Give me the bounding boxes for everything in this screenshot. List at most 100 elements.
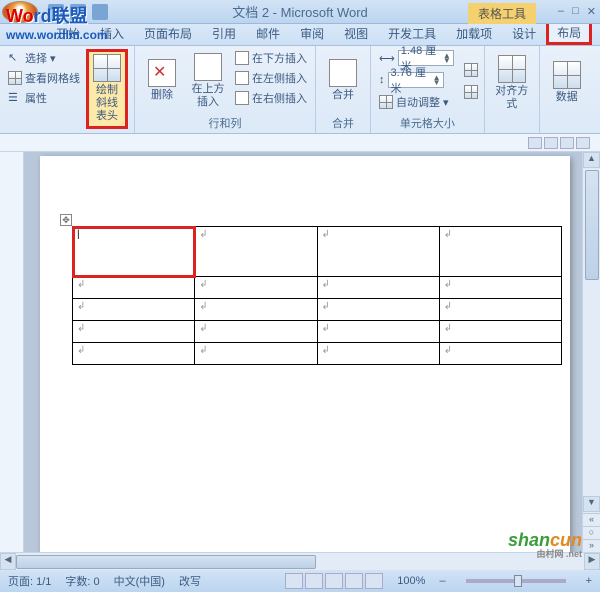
scrollbar-vertical[interactable]: ▲ ▼ « ○ »	[582, 152, 600, 552]
autofit-icon	[379, 95, 393, 109]
properties-button[interactable]: ☰属性	[6, 89, 82, 107]
view-print-layout-icon[interactable]	[285, 573, 303, 589]
tab-addins[interactable]: 加载项	[446, 22, 502, 45]
tab-view[interactable]: 视图	[334, 22, 378, 45]
status-language[interactable]: 中文(中国)	[114, 573, 165, 589]
table-row[interactable]: ↲↲↲↲	[73, 321, 562, 343]
scroll-right-icon[interactable]: ▶	[584, 553, 600, 570]
table-cell[interactable]: ↲	[439, 299, 561, 321]
zoom-in-button[interactable]: +	[586, 575, 592, 587]
table-cell[interactable]: ↲	[73, 321, 195, 343]
view-web-icon[interactable]	[325, 573, 343, 589]
distribute-cols-icon[interactable]	[464, 85, 478, 99]
ruler-horizontal[interactable]	[0, 134, 600, 152]
data-button[interactable]: 数据	[546, 49, 588, 117]
view-outline-icon[interactable]	[345, 573, 363, 589]
table-row[interactable]: ↲↲↲↲	[73, 299, 562, 321]
width-icon: ↕	[379, 74, 385, 86]
next-page-icon[interactable]: »	[583, 539, 600, 552]
table-cell-selected[interactable]	[73, 227, 195, 277]
status-words[interactable]: 字数: 0	[65, 573, 99, 589]
status-mode[interactable]: 改写	[179, 573, 201, 589]
document-table[interactable]: ↲ ↲ ↲ ↲↲↲↲ ↲↲↲↲ ↲↲↲↲ ↲↲↲↲	[72, 226, 562, 365]
table-cell[interactable]: ↲	[317, 227, 439, 277]
group-cellsize-label: 单元格大小	[377, 113, 478, 131]
status-page[interactable]: 页面: 1/1	[8, 573, 51, 589]
document-scroll-area[interactable]: ✥ ↲ ↲ ↲ ↲↲↲↲ ↲↲↲↲ ↲↲↲↲ ↲↲↲↲	[24, 152, 582, 552]
view-draft-icon[interactable]	[365, 573, 383, 589]
scroll-left-icon[interactable]: ◀	[0, 553, 16, 570]
table-cell[interactable]: ↲	[195, 321, 317, 343]
draw-diagonal-header-button[interactable]: 绘制斜线表头	[86, 49, 128, 129]
alignment-button[interactable]: 对齐方式	[491, 49, 533, 117]
table-cell[interactable]: ↲	[439, 343, 561, 365]
insert-left-icon	[235, 71, 249, 85]
gridlines-button[interactable]: 查看网格线	[6, 69, 82, 87]
table-cell[interactable]: ↲	[195, 299, 317, 321]
autofit-button[interactable]: 自动调整▾	[377, 93, 456, 111]
scroll-down-icon[interactable]: ▼	[583, 496, 600, 512]
table-row[interactable]: ↲↲↲↲	[73, 343, 562, 365]
ruler-btn-4[interactable]	[576, 137, 590, 149]
width-spinner[interactable]: 3.76 厘米▲▼	[388, 72, 444, 88]
zoom-slider[interactable]	[466, 579, 566, 583]
insert-left-button[interactable]: 在左侧插入	[233, 69, 309, 87]
insert-above-button[interactable]: 在上方插入	[187, 49, 229, 113]
tab-design[interactable]: 设计	[502, 22, 546, 45]
scroll-thumb-v[interactable]	[585, 170, 599, 280]
scroll-thumb-h[interactable]	[16, 555, 316, 569]
table-cell[interactable]: ↲	[195, 277, 317, 299]
table-cell[interactable]: ↲	[317, 277, 439, 299]
table-cell[interactable]: ↲	[439, 321, 561, 343]
tab-references[interactable]: 引用	[202, 22, 246, 45]
merge-icon	[329, 59, 357, 87]
maximize-button[interactable]: □	[572, 5, 579, 18]
ruler-btn-1[interactable]	[528, 137, 542, 149]
insert-below-button[interactable]: 在下方插入	[233, 49, 309, 67]
distribute-rows-icon[interactable]	[464, 63, 478, 77]
ruler-btn-2[interactable]	[544, 137, 558, 149]
group-cell-size: ⟷ 1.48 厘米▲▼ ↕ 3.76 厘米▲▼ 自动调整▾ 单元格大小	[371, 46, 485, 133]
spinner-arrows-icon[interactable]: ▲▼	[443, 53, 451, 63]
tab-page-layout[interactable]: 页面布局	[134, 22, 202, 45]
table-cell[interactable]: ↲	[195, 343, 317, 365]
delete-button[interactable]: 删除	[141, 49, 183, 113]
tab-review[interactable]: 审阅	[290, 22, 334, 45]
table-cell[interactable]: ↲	[195, 227, 317, 277]
browse-object-icon[interactable]: ○	[583, 526, 600, 539]
table-move-handle[interactable]: ✥	[60, 214, 72, 226]
zoom-knob[interactable]	[514, 575, 522, 587]
wm-wo: Wo	[6, 6, 34, 26]
col-width-control[interactable]: ↕ 3.76 厘米▲▼	[377, 71, 456, 89]
zoom-out-button[interactable]: –	[439, 575, 445, 587]
table-cell[interactable]: ↲	[317, 321, 439, 343]
group-merge-label: 合并	[322, 113, 364, 131]
tab-mailings[interactable]: 邮件	[246, 22, 290, 45]
table-cell[interactable]: ↲	[73, 343, 195, 365]
table-row[interactable]: ↲ ↲ ↲	[73, 227, 562, 277]
scroll-up-icon[interactable]: ▲	[583, 152, 600, 168]
table-cell[interactable]: ↲	[439, 277, 561, 299]
spinner-arrows-icon[interactable]: ▲▼	[433, 75, 441, 85]
zoom-level[interactable]: 100%	[397, 575, 425, 587]
close-button[interactable]: ✕	[587, 5, 596, 18]
context-tab-table-tools: 表格工具	[468, 3, 536, 24]
merge-button[interactable]: 合并	[322, 49, 364, 113]
group-alignment: 对齐方式	[485, 46, 540, 133]
table-cell[interactable]: ↲	[317, 343, 439, 365]
table-cell[interactable]: ↲	[317, 299, 439, 321]
group-rows-columns: 删除 在上方插入 在下方插入 在左侧插入 在右侧插入 行和列	[135, 46, 316, 133]
prev-page-icon[interactable]: «	[583, 513, 600, 526]
view-fullscreen-icon[interactable]	[305, 573, 323, 589]
insert-right-button[interactable]: 在右侧插入	[233, 89, 309, 107]
table-cell[interactable]: ↲	[73, 277, 195, 299]
insert-right-icon	[235, 91, 249, 105]
table-cell[interactable]: ↲	[439, 227, 561, 277]
ruler-btn-3[interactable]	[560, 137, 574, 149]
ruler-vertical[interactable]	[0, 152, 24, 552]
table-cell[interactable]: ↲	[73, 299, 195, 321]
table-row[interactable]: ↲↲↲↲	[73, 277, 562, 299]
select-button[interactable]: ↖选择▾	[6, 49, 82, 67]
wm-rd: rd	[34, 6, 52, 26]
minimize-button[interactable]: –	[558, 5, 564, 18]
